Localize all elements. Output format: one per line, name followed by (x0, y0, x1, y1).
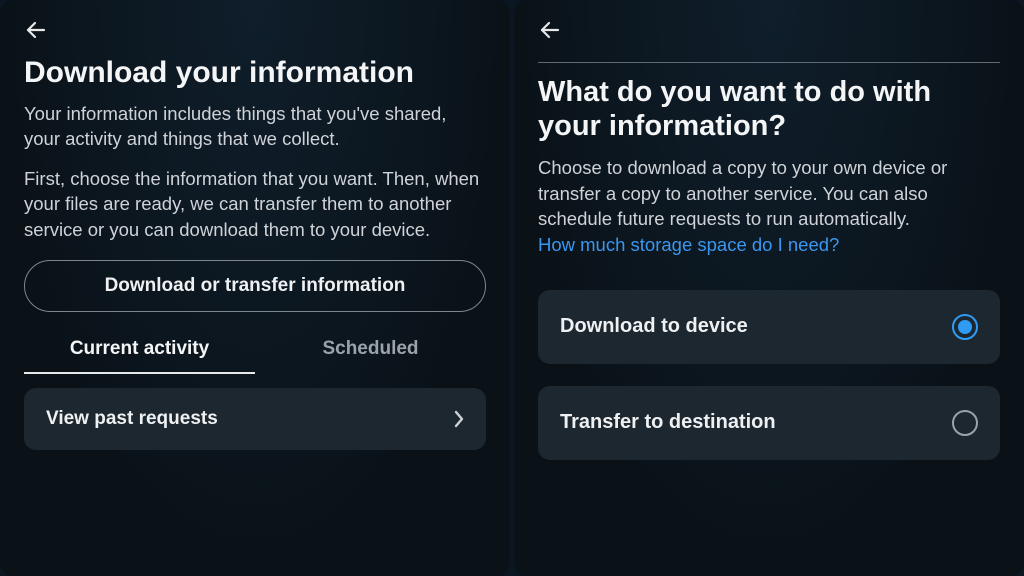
option-transfer-to-destination[interactable]: Transfer to destination (538, 386, 1000, 460)
back-arrow-icon[interactable] (24, 18, 48, 42)
tab-current-activity[interactable]: Current activity (24, 330, 255, 374)
radio-unselected-icon (952, 410, 978, 436)
intro-paragraph-1: Your information includes things that yo… (24, 101, 486, 152)
option-label: Transfer to destination (560, 411, 776, 434)
panel-download-info: Download your information Your informati… (0, 0, 510, 576)
panel-choose-action: What do you want to do with your informa… (514, 0, 1024, 576)
intro-paragraph-2: First, choose the information that you w… (24, 166, 486, 243)
page-title: Download your information (24, 56, 486, 91)
chevron-right-icon (454, 410, 464, 428)
back-arrow-icon[interactable] (538, 18, 562, 42)
page-title: What do you want to do with your informa… (538, 75, 1000, 143)
divider (538, 62, 1000, 63)
tab-scheduled[interactable]: Scheduled (255, 330, 486, 374)
option-label: Download to device (560, 315, 748, 338)
description-text: Choose to download a copy to your own de… (538, 157, 947, 229)
options-list: Download to device Transfer to destinati… (538, 290, 1000, 482)
view-past-requests-label: View past requests (46, 408, 218, 430)
view-past-requests-row[interactable]: View past requests (24, 388, 486, 450)
description-paragraph: Choose to download a copy to your own de… (538, 155, 1000, 257)
activity-tabs: Current activity Scheduled (24, 330, 486, 374)
download-or-transfer-button[interactable]: Download or transfer information (24, 260, 486, 312)
storage-space-link[interactable]: How much storage space do I need? (538, 234, 839, 255)
radio-selected-icon (952, 314, 978, 340)
option-download-to-device[interactable]: Download to device (538, 290, 1000, 364)
